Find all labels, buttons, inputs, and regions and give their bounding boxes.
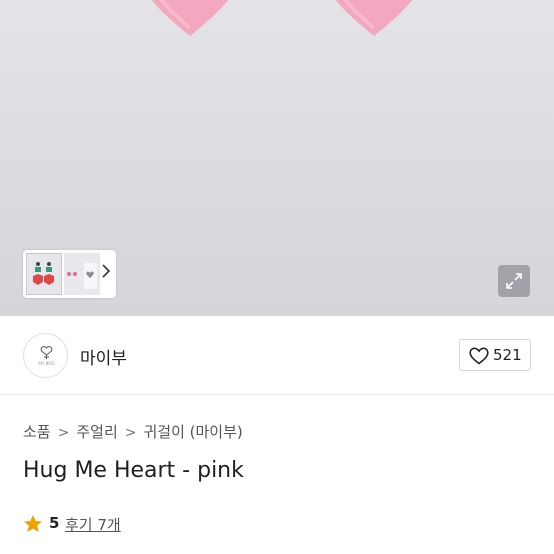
thumbnail-1[interactable] <box>26 253 62 295</box>
thumbnail-2[interactable] <box>64 253 100 295</box>
breadcrumb-item[interactable]: 소품 <box>23 423 51 441</box>
breadcrumb-item[interactable]: 귀걸이 (마이부) <box>143 423 242 441</box>
expand-icon[interactable] <box>498 265 530 297</box>
rating-score: 5 <box>49 514 60 532</box>
product-image-gallery[interactable]: ME ME <box>0 0 554 316</box>
like-button[interactable]: 521 <box>459 339 531 371</box>
thumbnail-strip[interactable] <box>23 250 116 298</box>
seller-name[interactable]: 마이부 <box>80 344 127 369</box>
product-title: Hug Me Heart - pink <box>23 458 244 483</box>
star-icon <box>24 515 42 532</box>
breadcrumb-separator: > <box>124 425 137 441</box>
breadcrumb-separator: > <box>57 425 70 441</box>
heart-earring-left: ME <box>138 0 242 42</box>
reviews-link[interactable]: 후기 7개 <box>65 514 121 535</box>
chevron-right-icon[interactable] <box>101 263 111 283</box>
heart-earring-right: ME <box>322 0 426 42</box>
like-count: 521 <box>493 346 522 364</box>
breadcrumb-item[interactable]: 주얼리 <box>76 423 117 441</box>
brand-logo-caption: MY BOO <box>38 361 55 366</box>
heart-outline-icon <box>469 347 489 365</box>
breadcrumb: 소품 > 주얼리 > 귀걸이 (마이부) <box>23 421 243 442</box>
section-divider <box>0 394 554 395</box>
brand-logo-icon[interactable]: MY BOO <box>23 333 68 378</box>
